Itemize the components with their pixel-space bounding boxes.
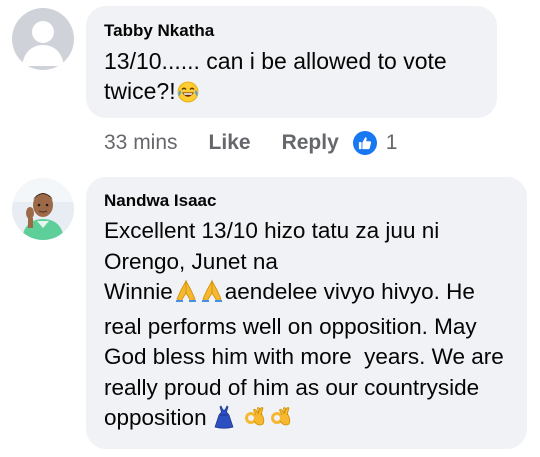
- ok-hand-emoji: [268, 405, 292, 438]
- comment-bubble: Nandwa Isaac Excellent 13/10 hizo tatu z…: [86, 177, 527, 449]
- folded-hands-emoji: [200, 279, 224, 312]
- comment-author[interactable]: Tabby Nkatha: [104, 21, 479, 41]
- comment-text-body: 13/10...... can i be allowed to vote twi…: [104, 48, 454, 104]
- like-reaction-icon[interactable]: [352, 131, 377, 155]
- reaction-count[interactable]: 1: [386, 131, 398, 155]
- comment-author[interactable]: Nandwa Isaac: [104, 191, 509, 211]
- dress-emoji: [214, 405, 234, 438]
- avatar-photo[interactable]: [12, 178, 74, 240]
- folded-hands-emoji: [174, 279, 198, 312]
- comment-text-line-1: Excellent 13/10 hizo tatu za juu ni Oren…: [104, 218, 446, 274]
- comment-timestamp[interactable]: 33 mins: [104, 131, 178, 155]
- comment-actions: 33 mins Like Reply 1: [104, 128, 397, 158]
- default-avatar-icon: [12, 8, 74, 70]
- like-button[interactable]: Like: [209, 131, 251, 155]
- comment-bubble: Tabby Nkatha 13/10...... can i be allowe…: [86, 6, 497, 118]
- comment-text: Excellent 13/10 hizo tatu za juu ni Oren…: [104, 216, 509, 438]
- comment-text: 13/10...... can i be allowed to vote twi…: [104, 46, 479, 110]
- tears-of-joy-emoji: [177, 80, 199, 110]
- reply-button[interactable]: Reply: [282, 131, 339, 155]
- ok-hand-emoji: [242, 405, 266, 438]
- comment-text-winnie: Winnie: [104, 279, 173, 304]
- user-photo-avatar-icon: [12, 178, 74, 240]
- avatar-default[interactable]: [12, 8, 74, 70]
